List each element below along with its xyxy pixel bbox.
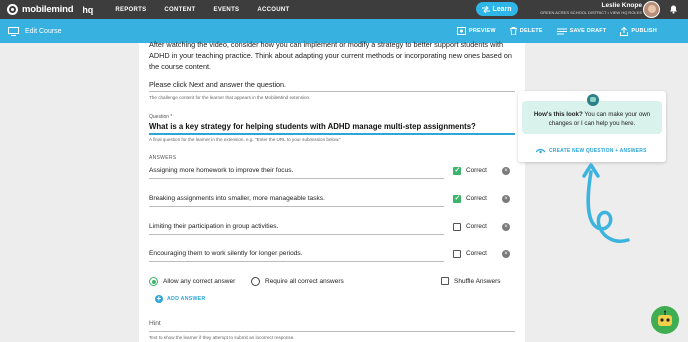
create-new-question-label: CREATE NEW QUESTION + ANSWERS xyxy=(549,147,647,154)
preview-icon xyxy=(457,27,466,35)
answer-3-underline xyxy=(149,234,444,235)
answers-label: ANSWERS xyxy=(149,155,177,161)
answer-2-underline xyxy=(149,206,444,207)
shuffle-label: Shuffle Answers xyxy=(454,278,501,285)
question-form-card: After watching the video, consider how y… xyxy=(139,40,525,342)
answer-1-correct-label: Correct xyxy=(466,167,487,174)
answer-3-correct-checkbox[interactable] xyxy=(453,223,461,231)
preview-button[interactable]: PREVIEW xyxy=(457,27,496,35)
question-helper: A final question for the learner in the … xyxy=(149,137,342,142)
hint-field-underline xyxy=(149,331,515,332)
hint-field[interactable]: Hint xyxy=(149,320,161,327)
nav-content[interactable]: CONTENT xyxy=(164,7,195,13)
plus-icon: + xyxy=(155,294,163,303)
answer-1-correct-checkbox[interactable] xyxy=(453,166,461,175)
answer-3-field[interactable]: Limiting their participation in group ac… xyxy=(149,223,278,230)
answer-1-remove-icon[interactable]: × xyxy=(502,167,510,175)
intro-text: After watching the video, consider how y… xyxy=(149,40,512,71)
publish-icon xyxy=(620,26,629,36)
chat-assistant-button[interactable] xyxy=(651,306,679,334)
answer-4-remove-icon[interactable]: × xyxy=(502,250,510,258)
shuffle-checkbox[interactable] xyxy=(441,277,449,285)
learn-button[interactable]: Learn xyxy=(476,2,518,16)
save-draft-label: SAVE DRAFT xyxy=(569,28,607,34)
trash-icon xyxy=(509,27,517,35)
robot-face-icon xyxy=(658,310,672,326)
question-field-underline xyxy=(149,133,515,135)
require-all-label: Require all correct answers xyxy=(265,278,344,285)
assistant-message-bold: How's this look? xyxy=(533,111,583,118)
delete-button[interactable]: DELETE xyxy=(509,27,543,35)
answer-2-field[interactable]: Breaking assignments into smaller, more … xyxy=(149,195,325,202)
answer-2-correct-checkbox[interactable] xyxy=(453,194,461,203)
swap-icon xyxy=(482,5,491,13)
preview-label: PREVIEW xyxy=(469,28,496,34)
answer-4-correct-label: Correct xyxy=(466,250,487,257)
challenge-field-underline xyxy=(149,91,515,92)
create-new-question-button[interactable]: CREATE NEW QUESTION + ANSWERS xyxy=(536,147,647,154)
nav-account[interactable]: ACCOUNT xyxy=(257,7,289,13)
require-all-radio[interactable] xyxy=(251,277,260,286)
edit-course-title: Edit Course xyxy=(8,26,62,36)
bell-icon[interactable] xyxy=(669,4,678,14)
hint-helper: Text to show the learner if they attempt… xyxy=(149,335,295,340)
logo-text: mobilemind xyxy=(22,4,74,15)
allow-any-radio[interactable] xyxy=(149,277,158,286)
answer-1-field[interactable]: Assigning more homework to improve their… xyxy=(149,167,293,174)
avatar[interactable] xyxy=(643,1,660,18)
save-draft-icon xyxy=(556,28,567,34)
publish-label: PUBLISH xyxy=(631,28,657,34)
sparkle-icon xyxy=(536,148,545,154)
publish-button[interactable]: PUBLISH xyxy=(620,26,657,36)
challenge-helper: The challenge content for the learner th… xyxy=(149,95,311,100)
monitor-icon xyxy=(8,26,19,36)
answer-3-remove-icon[interactable]: × xyxy=(502,223,510,231)
allow-any-label: Allow any correct answer xyxy=(163,278,236,285)
user-name: Leslie Knope xyxy=(601,2,642,9)
mobilemind-logo-icon xyxy=(7,4,18,15)
add-answer-button[interactable]: + ADD ANSWER xyxy=(155,295,206,303)
challenge-field[interactable]: Please click Next and answer the questio… xyxy=(149,80,286,89)
answer-2-correct-label: Correct xyxy=(466,195,487,202)
question-label: Question * xyxy=(149,114,173,120)
curly-arrow-icon xyxy=(582,163,630,243)
add-answer-label: ADD ANSWER xyxy=(167,296,206,302)
save-draft-button[interactable]: SAVE DRAFT xyxy=(556,28,607,35)
robot-icon xyxy=(587,94,599,106)
nav-reports[interactable]: REPORTS xyxy=(115,7,146,13)
assistant-message: How's this look? You can make your own c… xyxy=(530,110,654,128)
logo[interactable]: mobilemind hq xyxy=(7,4,93,15)
user-district[interactable]: GREEN ACRES SCHOOL DISTRICT • VIEW HQ RO… xyxy=(540,10,642,15)
answer-1-underline xyxy=(149,178,444,179)
delete-label: DELETE xyxy=(519,28,543,34)
answer-3-correct-label: Correct xyxy=(466,223,487,230)
edit-course-label: Edit Course xyxy=(25,27,62,35)
answer-4-correct-checkbox[interactable] xyxy=(453,250,461,258)
question-field[interactable]: What is a key strategy for helping stude… xyxy=(149,122,476,131)
answer-4-underline xyxy=(149,261,444,262)
answer-2-remove-icon[interactable]: × xyxy=(502,195,510,203)
learn-label: Learn xyxy=(492,5,512,13)
answer-4-field[interactable]: Encouraging them to work silently for lo… xyxy=(149,250,303,257)
user-info[interactable]: Leslie Knope GREEN ACRES SCHOOL DISTRICT… xyxy=(540,2,642,15)
logo-hq: hq xyxy=(82,4,94,15)
nav-events[interactable]: EVENTS xyxy=(214,7,240,13)
